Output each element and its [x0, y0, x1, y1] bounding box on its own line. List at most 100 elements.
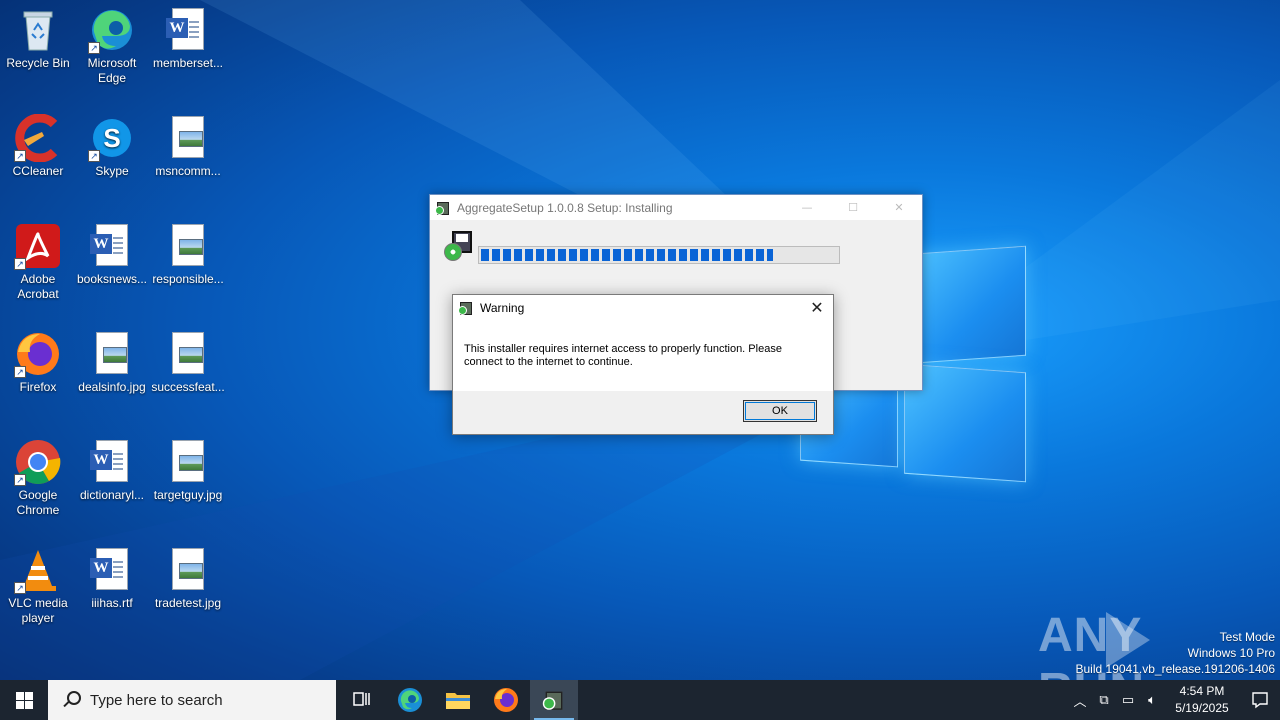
edge-icon: ↗ — [88, 6, 136, 54]
taskbar-edge[interactable] — [386, 680, 434, 720]
network-icon[interactable]: ▭ — [1116, 693, 1140, 708]
desktop-icon-label: VLC media player — [8, 596, 68, 625]
taskbar-file-explorer[interactable] — [434, 680, 482, 720]
warning-message: This installer requires internet access … — [464, 343, 782, 368]
desktop-icon[interactable]: Recycle Bin — [0, 6, 76, 71]
firefox-icon: ↗ — [14, 330, 62, 378]
acrobat-icon: ↗ — [14, 222, 62, 270]
word-doc-icon: W — [88, 222, 136, 270]
desktop-icon-label: targetguy.jpg — [153, 488, 223, 502]
desktop-icon[interactable]: successfeat... — [150, 330, 226, 395]
task-view-button[interactable] — [338, 680, 386, 720]
shortcut-arrow-icon: ↗ — [14, 150, 26, 162]
shortcut-arrow-icon: ↗ — [88, 42, 100, 54]
image-file-icon — [164, 222, 212, 270]
search-icon — [62, 691, 81, 709]
desktop-icon-label: Google Chrome — [16, 488, 60, 517]
taskbar-installer[interactable] — [530, 680, 578, 720]
search-placeholder: Type here to search — [90, 691, 223, 709]
system-info: Test Mode Windows 10 Pro Build 19041.vb_… — [1076, 629, 1276, 677]
desktop-icon-label: dictionaryl... — [79, 488, 145, 502]
installer-titlebar[interactable]: AggregateSetup 1.0.0.8 Setup: Installing… — [430, 195, 922, 220]
desktop-icon[interactable]: responsible... — [150, 222, 226, 287]
shortcut-arrow-icon: ↗ — [14, 582, 26, 594]
desktop-icon[interactable]: targetguy.jpg — [150, 438, 226, 503]
desktop-icon-label: iiihas.rtf — [91, 596, 133, 610]
svg-text:S: S — [103, 123, 120, 153]
recycle-bin-icon — [14, 6, 62, 54]
desktop-icon[interactable]: ↗ Microsoft Edge — [74, 6, 150, 86]
desktop-icon[interactable]: Wiiihas.rtf — [74, 546, 150, 611]
desktop-icon[interactable]: ↗ CCleaner — [0, 113, 76, 179]
desktop-icon[interactable]: dealsinfo.jpg — [74, 330, 150, 395]
task-view-icon — [353, 692, 370, 706]
image-file-icon — [164, 330, 212, 378]
volume-icon[interactable]: 🔈︎ — [1140, 693, 1164, 708]
desktop-icon-label: Microsoft Edge — [87, 56, 137, 85]
ok-button[interactable]: OK — [743, 400, 817, 422]
desktop-icon-label: CCleaner — [12, 164, 64, 178]
word-doc-icon: W — [88, 546, 136, 594]
warning-close-button[interactable]: ✕ — [801, 295, 833, 321]
desktop-icon-label: Skype — [95, 164, 129, 178]
desktop-icon-label: msncomm... — [155, 164, 221, 178]
installer-progress-bar — [478, 246, 840, 264]
test-mode-label: Test Mode — [1219, 630, 1275, 644]
warning-titlebar[interactable]: Warning — [453, 295, 833, 321]
taskbar-firefox[interactable] — [482, 680, 530, 720]
desktop-icon-label: dealsinfo.jpg — [78, 380, 146, 394]
os-edition-label: Windows 10 Pro — [1187, 646, 1275, 660]
taskbar-search[interactable]: Type here to search — [48, 680, 336, 720]
word-doc-icon: W — [164, 6, 212, 54]
desktop-icon[interactable]: tradetest.jpg — [150, 546, 226, 611]
folder-icon — [446, 693, 470, 709]
ccleaner-icon: ↗ — [14, 113, 62, 163]
clock-date: 5/19/2025 — [1175, 701, 1229, 715]
desktop-icon-label: Adobe Acrobat — [17, 272, 59, 301]
clock[interactable]: 4:54 PM 5/19/2025 — [1164, 683, 1240, 717]
maximize-button[interactable]: ☐ — [830, 195, 876, 220]
notification-center-button[interactable] — [1240, 680, 1280, 720]
desktop-icon[interactable]: ↗ Firefox — [0, 330, 76, 395]
desktop-icon-label: successfeat... — [151, 380, 225, 394]
warning-app-icon — [458, 300, 474, 316]
taskbar: Type here to search ︿ ⧉ ▭ 🔈︎ 4:54 PM 5/1… — [0, 680, 1280, 720]
desktop-icon-label: responsible... — [152, 272, 224, 286]
shortcut-arrow-icon: ↗ — [14, 258, 26, 270]
word-doc-icon: W — [88, 438, 136, 486]
desktop-icon-label: Recycle Bin — [6, 56, 70, 70]
shortcut-arrow-icon: ↗ — [14, 366, 26, 378]
skype-icon: S ↗ — [88, 114, 136, 162]
edge-icon — [398, 688, 422, 712]
installer-taskbar-icon — [542, 689, 565, 711]
desktop-icon[interactable]: ↗ Adobe Acrobat — [0, 222, 76, 302]
warning-footer: OK — [453, 391, 833, 434]
image-file-icon — [164, 114, 212, 162]
desktop-icon[interactable]: ↗ VLC media player — [0, 546, 76, 626]
desktop-icon[interactable]: Wbooksnews... — [74, 222, 150, 287]
warning-dialog[interactable]: Warning ✕ This installer requires intern… — [452, 294, 834, 435]
installer-setup-icon — [442, 231, 474, 263]
network-adapter-icon[interactable]: ⧉ — [1092, 693, 1116, 708]
firefox-icon — [494, 688, 518, 712]
close-button[interactable]: ✕ — [876, 195, 922, 220]
build-label: Build 19041.vb_release.191206-1406 — [1075, 662, 1276, 676]
notification-icon — [1252, 692, 1268, 709]
desktop-icon-label: booksnews... — [76, 272, 148, 286]
progress-fill — [481, 249, 773, 261]
desktop-icon[interactable]: Wmemberset... — [150, 6, 226, 71]
installer-title: AggregateSetup 1.0.0.8 Setup: Installing — [457, 200, 673, 215]
windows-start-icon — [15, 691, 33, 709]
shortcut-arrow-icon: ↗ — [14, 474, 26, 486]
warning-title: Warning — [480, 301, 525, 315]
vlc-icon: ↗ — [14, 546, 62, 594]
desktop-icon[interactable]: ↗ Google Chrome — [0, 438, 76, 518]
desktop-icon[interactable]: msncomm... — [150, 114, 226, 179]
minimize-button[interactable]: — — [784, 195, 830, 220]
system-tray: ︿ ⧉ ▭ 🔈︎ 4:54 PM 5/19/2025 — [1068, 680, 1280, 720]
start-button[interactable] — [0, 680, 48, 720]
desktop-icon[interactable]: Wdictionaryl... — [74, 438, 150, 503]
chevron-up-icon[interactable]: ︿ — [1068, 691, 1092, 710]
desktop-icon[interactable]: S ↗ Skype — [74, 114, 150, 179]
desktop-icon-label: tradetest.jpg — [154, 596, 222, 610]
